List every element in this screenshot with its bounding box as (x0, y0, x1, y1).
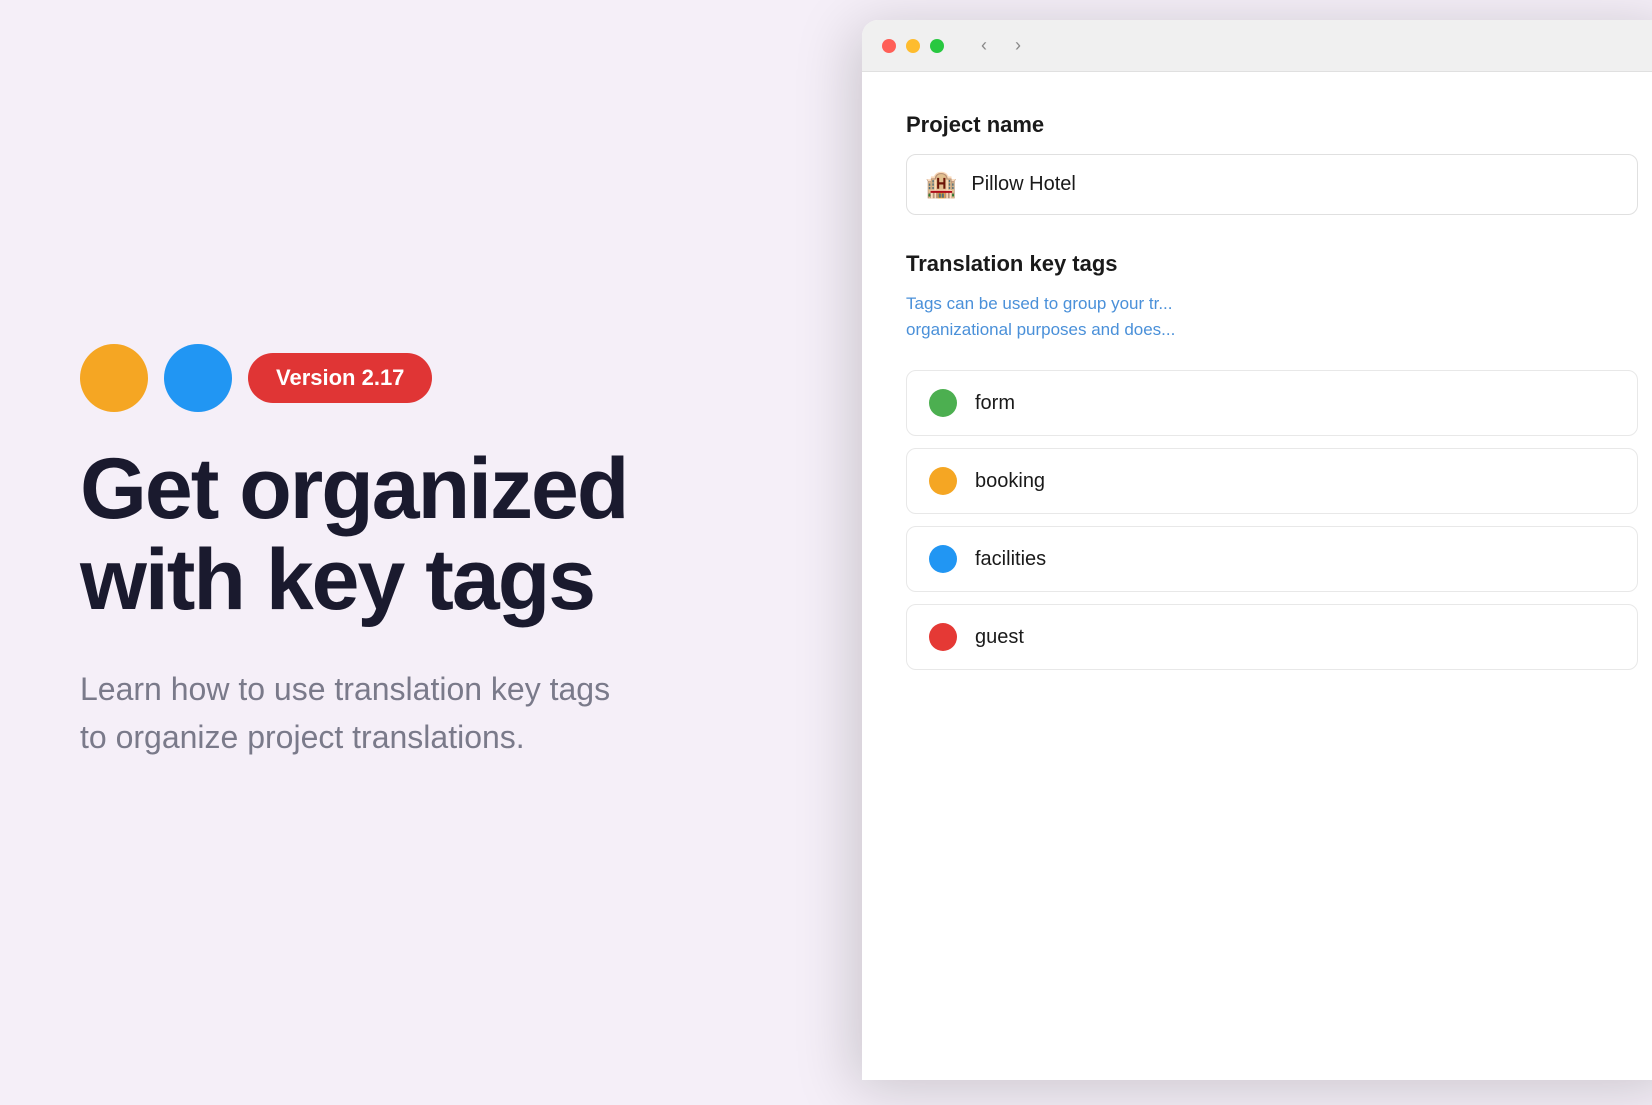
browser-window: ‹ › Project name 🏨 Pillow Hotel Translat… (862, 20, 1652, 1080)
forward-arrow[interactable]: › (1004, 32, 1032, 60)
tag-item-form[interactable]: form (906, 370, 1638, 436)
minimize-button[interactable] (906, 39, 920, 53)
tag-item-booking[interactable]: booking (906, 448, 1638, 514)
facilities-tag-label: facilities (975, 548, 1046, 571)
guest-tag-label: guest (975, 626, 1024, 649)
maximize-button[interactable] (930, 39, 944, 53)
close-button[interactable] (882, 39, 896, 53)
main-heading: Get organizedwith key tags (80, 444, 790, 625)
decorative-circles: Version 2.17 (80, 344, 790, 412)
booking-tag-label: booking (975, 470, 1045, 493)
description-text: Tags can be used to group your tr...orga… (906, 291, 1638, 342)
left-panel: Version 2.17 Get organizedwith key tags … (0, 0, 870, 1105)
project-name-value: Pillow Hotel (971, 173, 1075, 196)
sub-text: Learn how to use translation key tagsto … (80, 665, 700, 761)
back-arrow[interactable]: ‹ (970, 32, 998, 60)
tag-item-facilities[interactable]: facilities (906, 526, 1638, 592)
project-name-field[interactable]: 🏨 Pillow Hotel (906, 154, 1638, 215)
orange-circle (80, 344, 148, 412)
version-badge: Version 2.17 (248, 353, 432, 403)
browser-content: Project name 🏨 Pillow Hotel Translation … (862, 72, 1652, 710)
booking-dot (929, 467, 957, 495)
form-dot (929, 389, 957, 417)
form-tag-label: form (975, 392, 1015, 415)
facilities-dot (929, 545, 957, 573)
translation-key-tags-label: Translation key tags (906, 251, 1638, 277)
guest-dot (929, 623, 957, 651)
project-name-label: Project name (906, 112, 1638, 138)
browser-titlebar: ‹ › (862, 20, 1652, 72)
nav-arrows: ‹ › (970, 32, 1032, 60)
hotel-emoji: 🏨 (925, 169, 957, 200)
tag-item-guest[interactable]: guest (906, 604, 1638, 670)
blue-circle (164, 344, 232, 412)
tag-list: form booking facilities guest (906, 370, 1638, 670)
